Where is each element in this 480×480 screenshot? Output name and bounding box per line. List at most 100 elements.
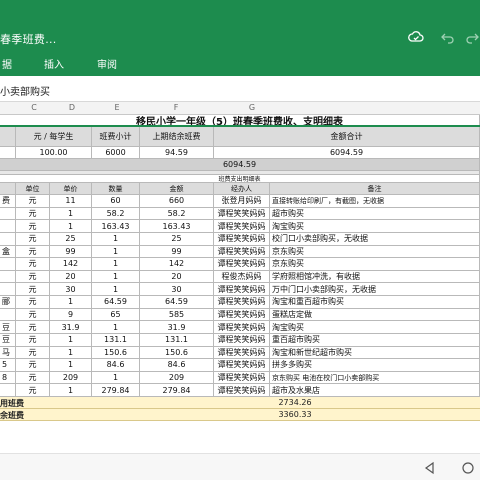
row-item-name[interactable]	[0, 283, 16, 296]
back-icon[interactable]	[422, 460, 438, 476]
totals-row-spent[interactable]: 用班费 2734.26	[0, 397, 480, 409]
row-note[interactable]: 超市购买	[270, 207, 480, 221]
row-amount[interactable]: 25	[140, 232, 214, 246]
row-note[interactable]: 淘宝购买	[270, 321, 480, 334]
row-handler[interactable]: 谭程笑笑妈妈	[214, 232, 270, 246]
row-handler[interactable]: 谭程笑笑妈妈	[214, 296, 270, 309]
detail-header-amount[interactable]: 金额	[140, 183, 214, 195]
row-handler[interactable]: 程俊杰妈妈	[214, 270, 270, 284]
undo-icon[interactable]	[440, 29, 456, 45]
row-price[interactable]: 1	[50, 207, 92, 221]
row-note[interactable]: 拼多多购买	[270, 359, 480, 372]
row-note[interactable]: 京东购买	[270, 245, 480, 259]
row-item-name[interactable]: 盒	[0, 245, 16, 259]
row-quantity[interactable]: 64.59	[92, 296, 140, 309]
row-quantity[interactable]: 60	[92, 195, 140, 208]
summary-header-subtotal[interactable]: 班费小计	[92, 127, 140, 147]
row-price[interactable]: 142	[50, 258, 92, 271]
row-amount[interactable]: 64.59	[140, 296, 214, 309]
row-item-name[interactable]: 5	[0, 359, 16, 372]
row-price[interactable]: 1	[50, 296, 92, 309]
summary-value-total[interactable]: 6094.59	[214, 147, 480, 159]
row-unit[interactable]: 元	[16, 384, 50, 397]
row-item-name[interactable]: 费	[0, 195, 16, 208]
row-quantity[interactable]: 131.1	[92, 333, 140, 347]
row-unit[interactable]: 元	[16, 258, 50, 271]
row-price[interactable]: 1	[50, 384, 92, 397]
row-price[interactable]: 1	[50, 333, 92, 347]
row-handler[interactable]: 谭程笑笑妈妈	[214, 308, 270, 322]
total-row[interactable]: 6094.59	[0, 159, 480, 171]
row-handler[interactable]: 谭程笑笑妈妈	[214, 371, 270, 385]
row-item-name[interactable]: 8	[0, 371, 16, 385]
row-handler[interactable]: 谭程笑笑妈妈	[214, 220, 270, 233]
summary-value-subtotal[interactable]: 6000	[92, 147, 140, 159]
detail-header-qty[interactable]: 数量	[92, 183, 140, 195]
cloud-sync-icon[interactable]	[408, 29, 424, 45]
row-note[interactable]: 重百超市购买	[270, 333, 480, 347]
menu-item-insert[interactable]: 插入	[44, 56, 64, 71]
row-handler[interactable]: 谭程笑笑妈妈	[214, 384, 270, 397]
row-unit[interactable]: 元	[16, 346, 50, 360]
row-price[interactable]: 31.9	[50, 321, 92, 334]
row-note[interactable]: 直接转账给印刷厂，有截图，无收据	[270, 195, 480, 208]
row-quantity[interactable]: 1	[92, 283, 140, 296]
summary-header-total[interactable]: 金额合计	[214, 127, 480, 147]
row-note[interactable]: 京东购买	[270, 258, 480, 271]
row-unit[interactable]: 元	[16, 232, 50, 246]
row-amount[interactable]: 31.9	[140, 321, 214, 334]
row-item-name[interactable]	[0, 308, 16, 322]
row-price[interactable]: 20	[50, 270, 92, 284]
row-unit[interactable]: 元	[16, 195, 50, 208]
row-amount[interactable]: 131.1	[140, 333, 214, 347]
row-unit[interactable]: 元	[16, 308, 50, 322]
row-price[interactable]: 1	[50, 220, 92, 233]
row-note[interactable]: 淘宝和重百超市购买	[270, 296, 480, 309]
summary-value-per-student[interactable]: 100.00	[16, 147, 92, 159]
row-amount[interactable]: 58.2	[140, 207, 214, 221]
formula-content[interactable]: 小卖部购买	[0, 83, 50, 98]
row-price[interactable]: 11	[50, 195, 92, 208]
row-handler[interactable]: 谭程笑笑妈妈	[214, 258, 270, 271]
row-amount[interactable]: 585	[140, 308, 214, 322]
totals-row-remaining[interactable]: 余班费 3360.33	[0, 409, 480, 421]
row-quantity[interactable]: 58.2	[92, 207, 140, 221]
row-unit[interactable]: 元	[16, 359, 50, 372]
row-note[interactable]: 学府照相馆冲洗，有收据	[270, 270, 480, 284]
row-unit[interactable]: 元	[16, 245, 50, 259]
row-unit[interactable]: 元	[16, 371, 50, 385]
summary-header-blank[interactable]	[0, 127, 16, 147]
row-quantity[interactable]: 1	[92, 371, 140, 385]
row-note[interactable]: 淘宝购买	[270, 220, 480, 233]
row-unit[interactable]: 元	[16, 283, 50, 296]
row-price[interactable]: 30	[50, 283, 92, 296]
row-handler[interactable]: 谭程笑笑妈妈	[214, 359, 270, 372]
row-amount[interactable]: 279.84	[140, 384, 214, 397]
row-amount[interactable]: 84.6	[140, 359, 214, 372]
row-unit[interactable]: 元	[16, 333, 50, 347]
row-amount[interactable]: 99	[140, 245, 214, 259]
row-item-name[interactable]: 豆	[0, 321, 16, 334]
detail-header-item[interactable]	[0, 183, 16, 195]
detail-header-unit[interactable]: 单位	[16, 183, 50, 195]
row-unit[interactable]: 元	[16, 220, 50, 233]
row-note[interactable]: 京东购买 电池在校门口小卖部购买	[270, 371, 480, 385]
row-item-name[interactable]	[0, 384, 16, 397]
row-amount[interactable]: 209	[140, 371, 214, 385]
formula-bar[interactable]: 小卖部购买	[0, 76, 480, 102]
row-item-name[interactable]: 马	[0, 346, 16, 360]
row-handler[interactable]: 谭程笑笑妈妈	[214, 346, 270, 360]
row-amount[interactable]: 150.6	[140, 346, 214, 360]
row-note[interactable]: 校门口小卖部购买，无收据	[270, 232, 480, 246]
row-amount[interactable]: 142	[140, 258, 214, 271]
row-handler[interactable]: 谭程笑笑妈妈	[214, 283, 270, 296]
row-item-name[interactable]	[0, 258, 16, 271]
column-header-e[interactable]: E	[111, 103, 123, 112]
detail-header-note[interactable]: 备注	[270, 183, 480, 195]
row-item-name[interactable]: 郦	[0, 296, 16, 309]
row-amount[interactable]: 20	[140, 270, 214, 284]
column-header-c[interactable]: C	[28, 103, 40, 112]
row-amount[interactable]: 163.43	[140, 220, 214, 233]
detail-table-title[interactable]: 班费支出明细表	[0, 175, 480, 183]
redo-icon[interactable]	[464, 29, 480, 45]
